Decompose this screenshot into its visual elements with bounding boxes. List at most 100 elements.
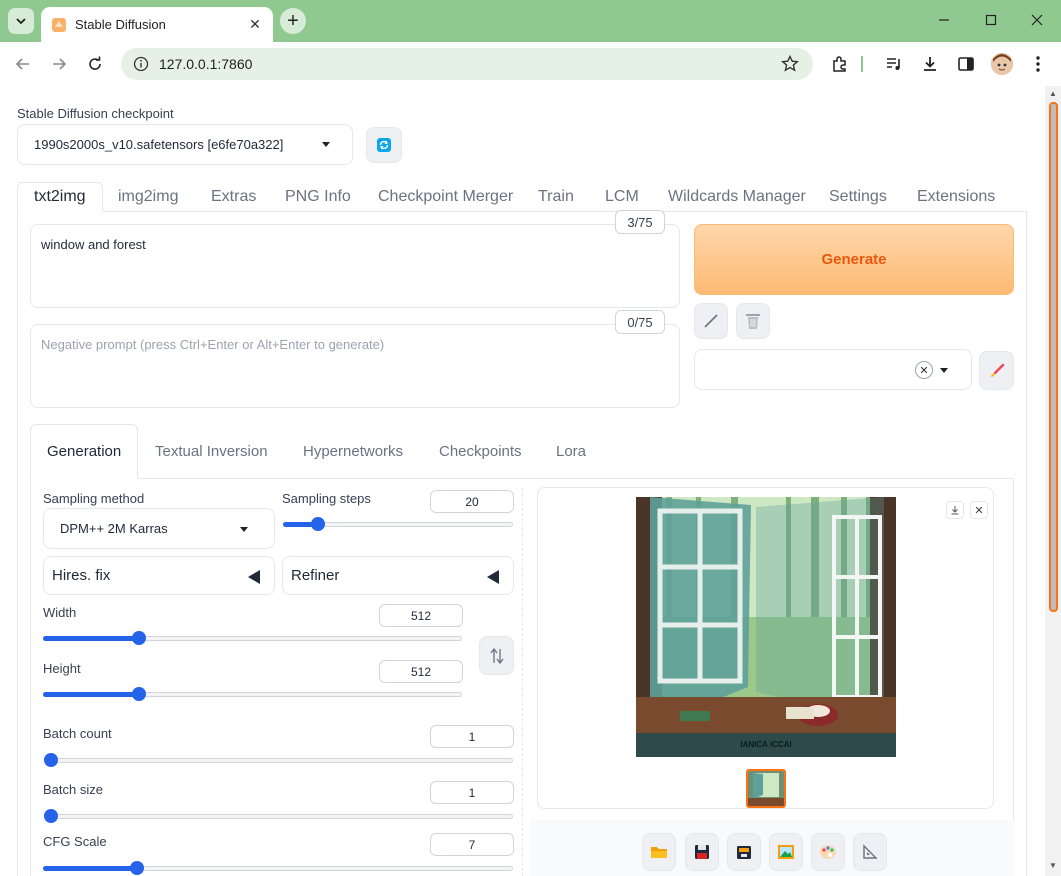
batch-count-input[interactable]: 1 [430,725,514,748]
hires-fix-accordion[interactable]: Hires. fix [43,556,275,595]
slider-handle[interactable] [44,809,58,823]
settings-sub-tab-bar: Generation Textual Inversion Hypernetwor… [30,424,1014,479]
reload-icon [89,56,101,70]
cfg-scale-input[interactable]: 7 [430,833,514,856]
gallery-thumbnail[interactable] [746,769,786,808]
triangle-ruler-icon [863,844,878,859]
generate-button[interactable]: Generate [694,224,1014,295]
tab-settings[interactable]: Settings [829,182,887,212]
read-generation-params-button[interactable] [694,303,728,339]
image-icon [778,845,794,859]
caret-down-icon [322,142,330,147]
sampling-steps-input[interactable]: 20 [430,490,514,513]
hires-fix-label: Hires. fix [52,567,111,584]
address-bar[interactable]: 127.0.0.1:7860 [121,48,813,80]
collapse-triangle-icon [248,570,260,584]
tab-search-button[interactable] [8,8,34,34]
arrow-left-icon [15,58,29,70]
tab-checkpoint-merger[interactable]: Checkpoint Merger [378,182,513,212]
open-folder-button[interactable] [642,833,676,871]
archive-icon [737,846,751,859]
close-icon[interactable]: ✕ [247,16,263,33]
cfg-scale-slider[interactable] [43,861,513,875]
tab-wildcards-manager[interactable]: Wildcards Manager [668,182,806,212]
batch-count-slider[interactable] [44,753,513,767]
prompt-textarea[interactable]: window and forest [30,224,680,308]
height-slider[interactable] [43,687,462,701]
arrow-right-icon [53,58,67,70]
slider-handle[interactable] [132,687,147,701]
tab-txt2img[interactable]: txt2img [17,182,103,212]
scroll-up-arrow-icon[interactable]: ▲ [1049,90,1057,98]
batch-size-input[interactable]: 1 [430,781,514,804]
save-button[interactable] [685,833,719,871]
slider-handle[interactable] [44,753,58,767]
close-icon: ✕ [974,504,984,517]
scrollbar-thumb[interactable] [1049,102,1058,612]
forward-button[interactable] [44,50,74,78]
download-image-button[interactable] [946,501,964,519]
checkpoint-dropdown[interactable]: 1990s2000s_v10.safetensors [e6fe70a322] [17,124,353,165]
tab-lora[interactable]: Lora [556,424,586,479]
prompt-text: window and forest [41,237,146,252]
new-tab-button[interactable]: + [280,8,306,34]
batch-count-label: Batch count [43,726,112,741]
media-controls-icon[interactable] [884,54,904,74]
tab-extras[interactable]: Extras [211,182,256,212]
tab-extensions[interactable]: Extensions [917,182,995,212]
styles-dropdown[interactable]: ✕ [694,349,972,390]
close-preview-button[interactable]: ✕ [970,501,988,519]
tab-lcm[interactable]: LCM [605,182,639,212]
bookmark-star-icon[interactable] [781,55,799,73]
extensions-icon[interactable] [830,54,850,74]
back-button[interactable] [8,50,38,78]
browser-tab[interactable]: Stable Diffusion ✕ [41,7,273,42]
slider-handle[interactable] [132,631,147,645]
maximize-button[interactable] [968,0,1014,40]
generated-image[interactable]: IANICA ICCAI [636,497,896,757]
clear-prompt-button[interactable] [736,303,770,339]
refresh-checkpoints-button[interactable] [366,127,402,163]
slider-fill [43,692,140,697]
toolbar-divider [860,54,864,74]
tab-train[interactable]: Train [538,182,574,212]
cfg-scale-label: CFG Scale [43,834,107,849]
close-window-button[interactable] [1014,0,1060,40]
main-tab-bar: txt2img img2img Extras PNG Info Checkpoi… [17,182,1027,212]
height-input[interactable]: 512 [379,660,463,683]
negative-prompt-token-counter: 0/75 [615,310,665,334]
tab-textual-inversion[interactable]: Textual Inversion [155,424,268,479]
send-to-img2img-button[interactable] [769,833,803,871]
width-slider[interactable] [43,631,462,645]
tab-img2img[interactable]: img2img [118,182,178,212]
send-to-inpaint-button[interactable] [811,833,845,871]
profile-avatar[interactable] [991,53,1013,75]
tab-checkpoints[interactable]: Checkpoints [439,424,522,479]
folder-icon [651,847,667,858]
send-to-extras-button[interactable] [853,833,887,871]
tab-generation[interactable]: Generation [30,424,139,479]
sampling-steps-slider[interactable] [283,517,513,531]
sampling-steps-label: Sampling steps [282,491,371,506]
width-input[interactable]: 512 [379,604,463,627]
refiner-accordion[interactable]: Refiner [282,556,514,595]
minimize-button[interactable] [921,0,967,40]
slider-handle[interactable] [130,861,144,875]
apply-style-button[interactable] [979,351,1014,390]
more-menu-icon[interactable] [1028,54,1048,74]
slider-handle[interactable] [310,517,325,531]
batch-size-slider[interactable] [44,809,513,823]
sampling-method-dropdown[interactable]: DPM++ 2M Karras [43,508,275,549]
tab-png-info[interactable]: PNG Info [285,182,351,212]
side-panel-icon[interactable] [956,54,976,74]
page-scrollbar[interactable]: ▲ ▼ [1045,86,1061,876]
download-icon[interactable] [920,54,940,74]
tab-hypernetworks[interactable]: Hypernetworks [303,424,403,479]
scroll-down-arrow-icon[interactable]: ▼ [1049,862,1057,870]
reload-button[interactable] [80,50,110,78]
save-zip-button[interactable] [727,833,761,871]
negative-prompt-textarea[interactable]: Negative prompt (press Ctrl+Enter or Alt… [30,324,680,408]
image-caption: IANICA ICCAI [740,740,791,749]
swap-dimensions-button[interactable] [479,636,514,675]
clear-icon[interactable]: ✕ [915,361,933,379]
